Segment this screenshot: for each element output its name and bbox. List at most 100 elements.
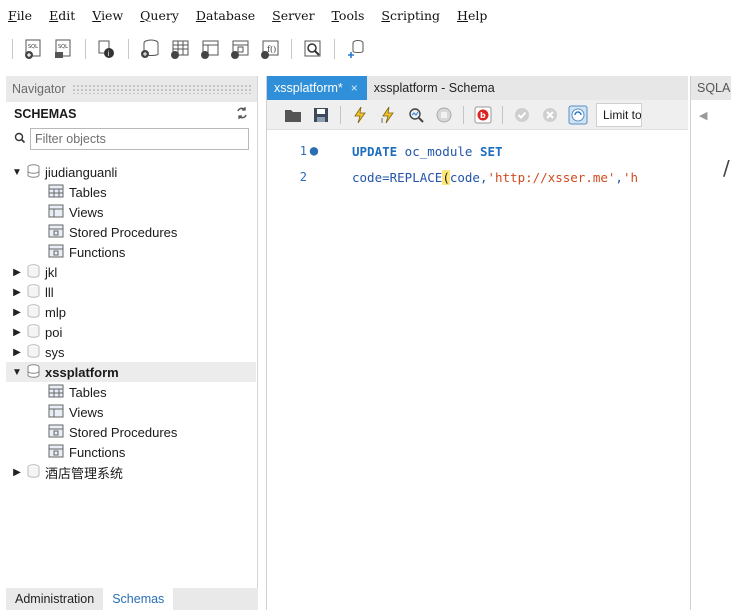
tree-item-label: Stored Procedures [69, 424, 178, 440]
panel-glyph: / [723, 156, 730, 180]
schema-item-lll[interactable]: ▶ lll [6, 282, 256, 302]
tree-item-stored-procedures[interactable]: Stored Procedures [6, 222, 256, 242]
toolbar-separator [12, 39, 13, 59]
explain-icon[interactable] [405, 104, 427, 126]
code-text: code=REPLACE(code,'http://xsser.me','h [352, 169, 638, 185]
database-icon [27, 263, 40, 281]
collapsed-arrow-icon[interactable]: ▶ [10, 327, 24, 338]
create-view-icon[interactable] [198, 37, 222, 61]
execute-current-icon[interactable]: I [377, 104, 399, 126]
view-folder-icon [48, 404, 64, 421]
menu-help[interactable]: Help [457, 8, 487, 23]
toolbar-separator [463, 105, 464, 124]
schemas-title: SCHEMAS [14, 107, 77, 121]
string-literal: 'http://xsser.me' [487, 169, 616, 185]
keyword: UPDATE [352, 143, 398, 159]
keyword: SET [479, 143, 503, 159]
procedure-folder-icon [48, 424, 64, 441]
database-icon [27, 323, 40, 341]
schema-item-mlp[interactable]: ▶ mlp [6, 302, 256, 322]
collapsed-arrow-icon[interactable]: ▶ [10, 467, 24, 478]
collapsed-arrow-icon[interactable]: ▶ [10, 347, 24, 358]
schema-name: 酒店管理系统 [45, 465, 124, 481]
create-procedure-icon[interactable] [228, 37, 252, 61]
identifier: code, [449, 169, 488, 185]
code-line-2[interactable]: 2 code=REPLACE(code,'http://xsser.me','h [267, 164, 689, 190]
create-function-icon[interactable]: f() [258, 37, 282, 61]
tree-item-stored-procedures[interactable]: Stored Procedures [6, 422, 256, 442]
toolbar-separator [85, 39, 86, 59]
execute-icon[interactable] [349, 104, 371, 126]
save-icon[interactable] [310, 104, 332, 126]
tree-item-functions[interactable]: Functions [6, 242, 256, 262]
commit-icon[interactable] [511, 104, 533, 126]
drag-grip[interactable] [71, 84, 251, 94]
sql-additions-panel: SQLAdditions ◀ / [690, 76, 731, 610]
stop-icon[interactable] [433, 104, 455, 126]
schema-name: mlp [45, 304, 66, 320]
svg-text:b: b [480, 111, 486, 120]
schema-item-jiudianguanli[interactable]: ▼ jiudianguanli [6, 162, 256, 182]
inspector-icon[interactable]: i [95, 37, 119, 61]
filter-objects-input[interactable] [30, 128, 249, 150]
tab-schemas[interactable]: Schemas [103, 588, 174, 610]
schema-item-xssplatform[interactable]: ▼ xssplatform [6, 362, 256, 382]
tree-item-label: Views [69, 204, 104, 220]
stop-on-error-icon[interactable]: b [472, 104, 494, 126]
toolbar-separator [291, 39, 292, 59]
procedure-folder-icon [48, 224, 64, 241]
limit-rows-select[interactable]: Limit to [596, 102, 642, 127]
menu-edit[interactable]: Edit [49, 8, 75, 23]
editor-toolbar: I b Limit to [267, 100, 688, 130]
open-sql-file-icon[interactable]: SQL [52, 37, 76, 61]
schema-name: poi [45, 324, 63, 340]
database-icon [27, 343, 40, 361]
expanded-arrow-icon[interactable]: ▼ [10, 167, 24, 178]
code-line-1[interactable]: 1 ● UPDATE oc_module SET [267, 138, 689, 164]
autocommit-toggle-icon[interactable] [567, 104, 589, 126]
collapsed-arrow-icon[interactable]: ▶ [10, 267, 24, 278]
tree-item-views[interactable]: Views [6, 202, 256, 222]
back-arrow-icon[interactable]: ◀ [691, 100, 731, 130]
tab-schema-xssplatform[interactable]: xssplatform - Schema [367, 76, 504, 100]
line-number: 1 [299, 144, 307, 158]
database-icon [27, 283, 40, 301]
reconnect-icon[interactable] [344, 37, 368, 61]
menu-database[interactable]: Database [196, 8, 255, 23]
menu-scripting[interactable]: Scripting [381, 8, 440, 23]
tree-item-views[interactable]: Views [6, 402, 256, 422]
create-table-icon[interactable] [168, 37, 192, 61]
tree-item-label: Functions [69, 444, 126, 460]
schema-item-poi[interactable]: ▶ poi [6, 322, 256, 342]
navigator-bottom-tabs: Administration Schemas [6, 588, 258, 610]
tree-item-tables[interactable]: Tables [6, 382, 256, 402]
collapsed-arrow-icon[interactable]: ▶ [10, 307, 24, 318]
open-file-icon[interactable] [282, 104, 304, 126]
menu-view[interactable]: View [92, 8, 123, 23]
sql-additions-header[interactable]: SQLAdditions [691, 76, 731, 100]
new-sql-tab-icon[interactable]: SQL [22, 37, 46, 61]
schema-item-jkl[interactable]: ▶ jkl [6, 262, 256, 282]
schema-item-sys[interactable]: ▶ sys [6, 342, 256, 362]
schema-item-hotel-management[interactable]: ▶ 酒店管理系统 [6, 462, 256, 482]
tab-administration[interactable]: Administration [6, 588, 103, 610]
database-icon [27, 303, 40, 321]
menu-file[interactable]: File [8, 8, 32, 23]
close-tab-icon[interactable]: × [351, 81, 358, 95]
menu-server[interactable]: Server [272, 8, 314, 23]
main-toolbar: SQL SQL i f() [0, 30, 731, 68]
search-table-data-icon[interactable] [301, 37, 325, 61]
tree-item-tables[interactable]: Tables [6, 182, 256, 202]
function-folder-icon [48, 244, 64, 261]
navigator-header: Navigator [6, 76, 257, 102]
sql-code-area[interactable]: 1 ● UPDATE oc_module SET 2 code=REPLACE(… [267, 138, 689, 190]
tree-item-functions[interactable]: Functions [6, 442, 256, 462]
menu-tools[interactable]: Tools [332, 8, 365, 23]
expanded-arrow-icon[interactable]: ▼ [10, 367, 24, 378]
menu-query[interactable]: Query [140, 8, 179, 23]
tab-query-xssplatform[interactable]: xssplatform* × [267, 76, 367, 100]
create-schema-icon[interactable] [138, 37, 162, 61]
collapsed-arrow-icon[interactable]: ▶ [10, 287, 24, 298]
refresh-icon[interactable] [235, 106, 249, 123]
rollback-icon[interactable] [539, 104, 561, 126]
